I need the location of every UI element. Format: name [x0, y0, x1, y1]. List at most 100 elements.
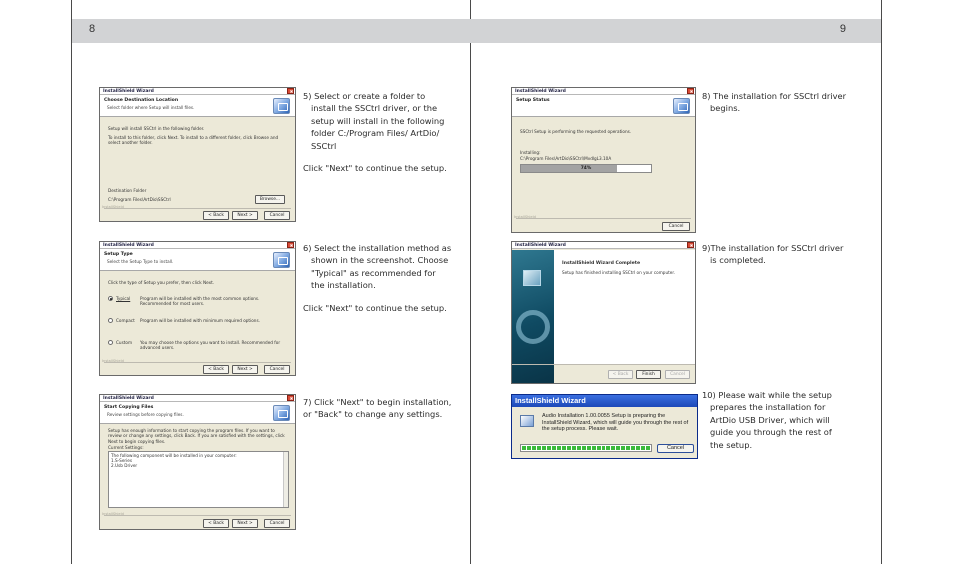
progress-segment [591, 446, 596, 450]
progress-segment [616, 446, 621, 450]
destination-dialog-titlebar: InstallShield Wizard [100, 88, 295, 95]
dialog-text: Click the type of Setup you prefer, then… [108, 280, 215, 285]
progress-segment [631, 446, 636, 450]
dialog-title: InstallShield Wizard [103, 89, 154, 94]
dialog-text: Setup has enough information to start co… [108, 428, 285, 444]
next-button[interactable]: Next > [232, 365, 258, 374]
dialog-header: Start Copying Files Review settings befo… [100, 402, 295, 424]
step-line: prepares the installation for [710, 402, 826, 413]
step-line: 10) Please wait while the setup [702, 390, 832, 400]
right-page-header-band: 9 [469, 19, 881, 43]
browse-button[interactable]: Browse... [255, 195, 285, 204]
progress-segment [636, 446, 641, 450]
installshield-logo-icon [273, 252, 290, 268]
back-button[interactable]: < Back [203, 211, 229, 220]
progress-percent: 74% [580, 166, 592, 171]
destination-dialog: InstallShield Wizard Choose Destination … [99, 87, 296, 222]
radio-custom-desc: You may choose the options you want to i… [140, 340, 281, 351]
cancel-button[interactable]: Cancel [264, 519, 290, 528]
close-icon[interactable] [287, 395, 294, 401]
back-button[interactable]: < Back [203, 519, 229, 528]
radio-custom[interactable] [108, 340, 113, 345]
cancel-button[interactable]: Cancel [665, 370, 690, 379]
progress-segment [526, 446, 531, 450]
step-5-text: 5) Select or create a folder to install … [303, 90, 468, 174]
finish-button[interactable]: Finish [636, 370, 661, 379]
step-6-text: 6) Select the installation method as sho… [303, 242, 468, 314]
step-line: ArtDio USB Driver, which will [710, 414, 830, 425]
progress-segment [546, 446, 551, 450]
step-line: or "Back" to change any settings. [303, 409, 443, 420]
back-button[interactable]: < Back [203, 365, 229, 374]
dialog-header: Choose Destination Location Select folde… [100, 95, 295, 117]
step-line: folder C:/Program Files/ ArtDio/ [311, 128, 440, 139]
destination-folder-label: Destination Folder [108, 188, 147, 193]
step-line: 6) Select the installation method as [303, 243, 452, 253]
divider [104, 362, 291, 363]
step-line: SSCtrl [311, 140, 337, 151]
radio-typical-desc: Program will be installed with the most … [140, 296, 260, 307]
next-button[interactable]: Next > [232, 519, 258, 528]
step-line: guide you through the rest of [710, 427, 832, 438]
back-button[interactable]: < Back [608, 370, 633, 379]
cancel-button[interactable]: Cancel [264, 365, 290, 374]
left-page-header-band: 8 [72, 19, 470, 43]
dialog-header: Setup Status [512, 95, 695, 117]
installshield-logo-icon [273, 405, 290, 421]
setup-status-dialog-titlebar: InstallShield Wizard [512, 88, 695, 95]
step-line: 7) Click "Next" to begin installation, [303, 397, 452, 407]
close-icon[interactable] [687, 88, 694, 94]
setup-status-dialog: InstallShield Wizard Setup Status SSCtrl… [511, 87, 696, 233]
dialog-title: InstallShield Wizard [515, 243, 566, 248]
next-button[interactable]: Next > [232, 211, 258, 220]
dialog-subheading: Select the Setup Type to install. [107, 259, 174, 264]
dialog-heading: Setup Status [516, 98, 550, 103]
left-page: 8 InstallShield Wizard Choose Destinatio… [71, 0, 471, 564]
left-page-number: 8 [89, 23, 96, 35]
preparing-message: Audio Installation 1.00.0055 Setup is pr… [542, 413, 689, 433]
progress-segment [536, 446, 541, 450]
progress-segment [522, 446, 526, 450]
progress-segment [626, 446, 631, 450]
list-item: 2.Usb Driver [111, 463, 138, 469]
preparing-wizard-title: InstallShield Wizard [512, 395, 697, 407]
step-line: shown in the screenshot. Choose [311, 255, 449, 266]
close-icon[interactable] [287, 88, 294, 94]
step-line: "Typical" as recommended for [311, 267, 436, 278]
close-icon[interactable] [687, 242, 694, 248]
step-9-text: 9)The installation for SSCtrl driver is … [702, 242, 872, 267]
current-settings-list[interactable]: The following component will be installe… [108, 451, 289, 508]
cd-disc-icon [516, 310, 550, 344]
radio-custom-label: Custom [116, 340, 133, 345]
step-line: the installation. [311, 280, 376, 291]
cancel-button[interactable]: Cancel [657, 444, 694, 453]
right-page-number: 9 [839, 23, 846, 35]
progress-segment [596, 446, 601, 450]
installshield-logo-icon [673, 98, 690, 114]
scrollbar[interactable] [283, 452, 288, 507]
radio-compact[interactable] [108, 318, 113, 323]
progress-segment [531, 446, 536, 450]
progress-segment [641, 446, 646, 450]
dialog-text: Setup has finished installing SSCtrl on … [562, 270, 675, 275]
wizard-complete-dialog-titlebar: InstallShield Wizard [512, 242, 695, 249]
cancel-button[interactable]: Cancel [264, 211, 290, 220]
progress-segment [541, 446, 546, 450]
dialog-title: InstallShield Wizard [103, 243, 154, 248]
progress-segment [586, 446, 591, 450]
step-line: is completed. [710, 255, 766, 266]
dialog-heading: Choose Destination Location [104, 98, 179, 103]
dialog-text: To install to this folder, click Next. T… [108, 135, 279, 146]
progress-segment [571, 446, 576, 450]
dialog-heading: Setup Type [104, 252, 133, 257]
dialog-text: SSCtrl Setup is performing the requested… [520, 129, 632, 134]
cancel-button[interactable]: Cancel [662, 222, 690, 231]
install-progress-bar: 74% [520, 164, 652, 173]
progress-segment [621, 446, 626, 450]
radio-compact-desc: Program will be installed with minimum r… [140, 318, 260, 323]
dialog-text: Setup will install SSCtrl in the followi… [108, 126, 205, 131]
close-icon[interactable] [287, 242, 294, 248]
radio-typical[interactable] [108, 296, 113, 301]
step-10-text: 10) Please wait while the setup prepares… [702, 389, 872, 451]
progress-segment [601, 446, 606, 450]
